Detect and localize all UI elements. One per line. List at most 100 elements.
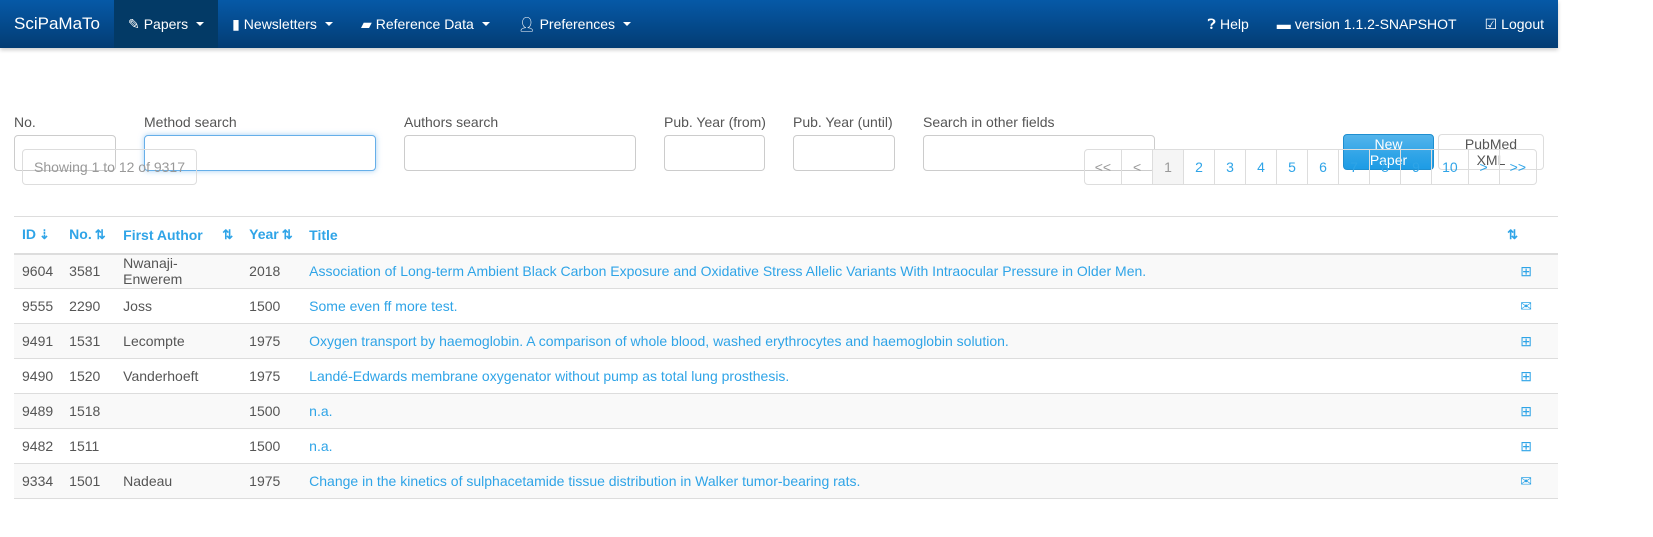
sort-icon: ⇅ xyxy=(1507,227,1518,243)
cell-title[interactable]: Change in the kinetics of sulphacetamide… xyxy=(301,463,1497,499)
sort-desc-icon: ⇣ xyxy=(39,227,50,243)
pagination: << <1 2 3 4 5 6 7 8 9 10 > >> xyxy=(1083,149,1537,185)
nav-help[interactable]: ❓︎ Help xyxy=(1194,0,1263,48)
header-label: Title xyxy=(309,226,338,243)
paperclip-icon: ✎ xyxy=(127,16,140,32)
cell-id: 9491 xyxy=(14,323,62,359)
cell-title[interactable]: Landé-Edwards membrane oxygenator withou… xyxy=(301,358,1497,394)
authors-search-input[interactable] xyxy=(404,135,636,171)
table-row[interactable]: 9555 2290 Joss 1500 Some even ff more test. ✉ xyxy=(14,288,1558,324)
briefcase-icon: ▬ xyxy=(1276,16,1291,32)
book-icon: ▮ xyxy=(232,16,240,32)
cell-id: 9489 xyxy=(14,393,62,429)
cell-year: 1975 xyxy=(241,463,302,499)
header-action[interactable]: ⇅ xyxy=(1496,216,1558,255)
cell-title[interactable]: Association of Long-term Ambient Black C… xyxy=(301,253,1497,289)
plus-square-icon[interactable]: ⊞ xyxy=(1496,393,1558,429)
page-5[interactable]: 5 xyxy=(1276,150,1307,184)
header-label: Year xyxy=(249,226,279,243)
year-from-input[interactable] xyxy=(664,135,765,171)
nav-label: Reference Data xyxy=(375,16,474,32)
cell-year: 1500 xyxy=(241,288,302,324)
cell-title[interactable]: Oxygen transport by haemoglobin. A compa… xyxy=(301,323,1497,359)
page-last[interactable]: >> xyxy=(1498,150,1536,184)
header-label: First Author xyxy=(123,226,203,243)
nav-newsletters[interactable]: ▮ Newsletters xyxy=(218,0,347,48)
cell-title[interactable]: n.a. xyxy=(301,428,1497,464)
cell-first-author xyxy=(115,393,242,429)
method-label: Method search xyxy=(144,114,237,130)
cell-title[interactable]: n.a. xyxy=(301,393,1497,429)
page-8[interactable]: 8 xyxy=(1369,150,1400,184)
page-next[interactable]: > xyxy=(1467,150,1499,184)
page-first[interactable]: << xyxy=(1085,150,1121,184)
nav-preferences[interactable]: 👤︎ Preferences xyxy=(504,0,645,48)
table-row[interactable]: 9604 3581 Nwanaji-Enwerem 2018 Association o… xyxy=(14,253,1558,289)
table-row[interactable]: 9490 1520 Vanderhoeft 1975 Landé-Edwards mem… xyxy=(14,358,1558,394)
nav-label: Logout xyxy=(1501,16,1544,32)
caret-down-icon xyxy=(623,22,632,26)
page-4[interactable]: 4 xyxy=(1245,150,1276,184)
cell-id: 9604 xyxy=(14,253,62,289)
cell-no: 3581 xyxy=(61,253,116,289)
page-1[interactable]: 1 xyxy=(1152,150,1184,184)
plus-square-icon[interactable]: ⊞ xyxy=(1496,428,1558,464)
year-until-label: Pub. Year (until) xyxy=(793,114,893,130)
header-first-author[interactable]: First Author ⇅ xyxy=(115,216,242,255)
plus-square-icon[interactable]: ⊞ xyxy=(1496,253,1558,289)
caret-down-icon xyxy=(196,22,205,26)
cell-no: 1511 xyxy=(61,428,116,464)
page-2[interactable]: 2 xyxy=(1183,150,1214,184)
envelope-open-icon[interactable]: ✉ xyxy=(1496,288,1558,324)
table-row[interactable]: 9482 1511 1500 n.a. ⊞ xyxy=(14,428,1558,464)
cell-no: 2290 xyxy=(61,288,116,324)
cell-first-author xyxy=(115,428,242,464)
page-7[interactable]: 7 xyxy=(1338,150,1369,184)
nav-logout[interactable]: ☑ Logout xyxy=(1471,0,1558,48)
cell-first-author: Nwanaji-Enwerem xyxy=(115,253,242,289)
cell-id: 9482 xyxy=(14,428,62,464)
cell-first-author: Nadeau xyxy=(115,463,242,499)
table-row[interactable]: 9491 1531 Lecompte 1975 Oxygen transport by … xyxy=(14,323,1558,359)
header-year[interactable]: Year ⇅ xyxy=(241,216,302,255)
cell-year: 1975 xyxy=(241,358,302,394)
page-prev[interactable]: < xyxy=(1121,150,1152,184)
number-label: No. xyxy=(14,114,36,130)
table-row[interactable]: 9489 1518 1500 n.a. ⊞ xyxy=(14,393,1558,429)
header-id[interactable]: ID ⇣ xyxy=(14,216,62,255)
cell-year: 1500 xyxy=(241,393,302,429)
cell-no: 1520 xyxy=(61,358,116,394)
table-row[interactable]: 9334 1501 Nadeau 1975 Change in the kinetics… xyxy=(14,463,1558,499)
plus-square-icon[interactable]: ⊞ xyxy=(1496,323,1558,359)
authors-label: Authors search xyxy=(404,114,499,130)
user-icon: 👤︎ xyxy=(517,16,536,32)
page-10[interactable]: 10 xyxy=(1431,150,1468,184)
cell-title[interactable]: Some even ff more test. xyxy=(301,288,1497,324)
page-3[interactable]: 3 xyxy=(1214,150,1245,184)
other-fields-label: Search in other fields xyxy=(923,114,1055,130)
envelope-icon[interactable]: ✉ xyxy=(1496,463,1558,499)
page-9[interactable]: 9 xyxy=(1400,150,1431,184)
page-6[interactable]: 6 xyxy=(1307,150,1338,184)
nav-version[interactable]: ▬ version 1.1.2-SNAPSHOT xyxy=(1263,0,1471,48)
year-from-label: Pub. Year (from) xyxy=(664,114,766,130)
nav-papers[interactable]: ✎ Papers xyxy=(113,0,219,48)
nav-reference-data[interactable]: ▰ Reference Data xyxy=(347,0,504,48)
header-no[interactable]: No. ⇅ xyxy=(61,216,116,255)
year-until-input[interactable] xyxy=(793,135,895,171)
question-circle-icon: ❓︎ xyxy=(1207,16,1216,32)
nav-label: Newsletters xyxy=(243,16,317,32)
header-label: ID xyxy=(22,226,36,243)
header-title[interactable]: Title xyxy=(301,216,1497,255)
cell-id: 9490 xyxy=(14,358,62,394)
cell-no: 1531 xyxy=(61,323,116,359)
cell-year: 1500 xyxy=(241,428,302,464)
caret-down-icon xyxy=(481,22,490,26)
showing-info: Showing 1 to 12 of 9317 xyxy=(22,149,198,185)
navbar: SciPaMaTo ✎ Papers ▮ Newsletters ▰ Referenc… xyxy=(0,0,1558,48)
cell-year: 2018 xyxy=(241,253,302,289)
plus-square-icon[interactable]: ⊞ xyxy=(1496,358,1558,394)
brand[interactable]: SciPaMaTo xyxy=(0,0,114,48)
cell-year: 1975 xyxy=(241,323,302,359)
cell-first-author: Joss xyxy=(115,288,242,324)
